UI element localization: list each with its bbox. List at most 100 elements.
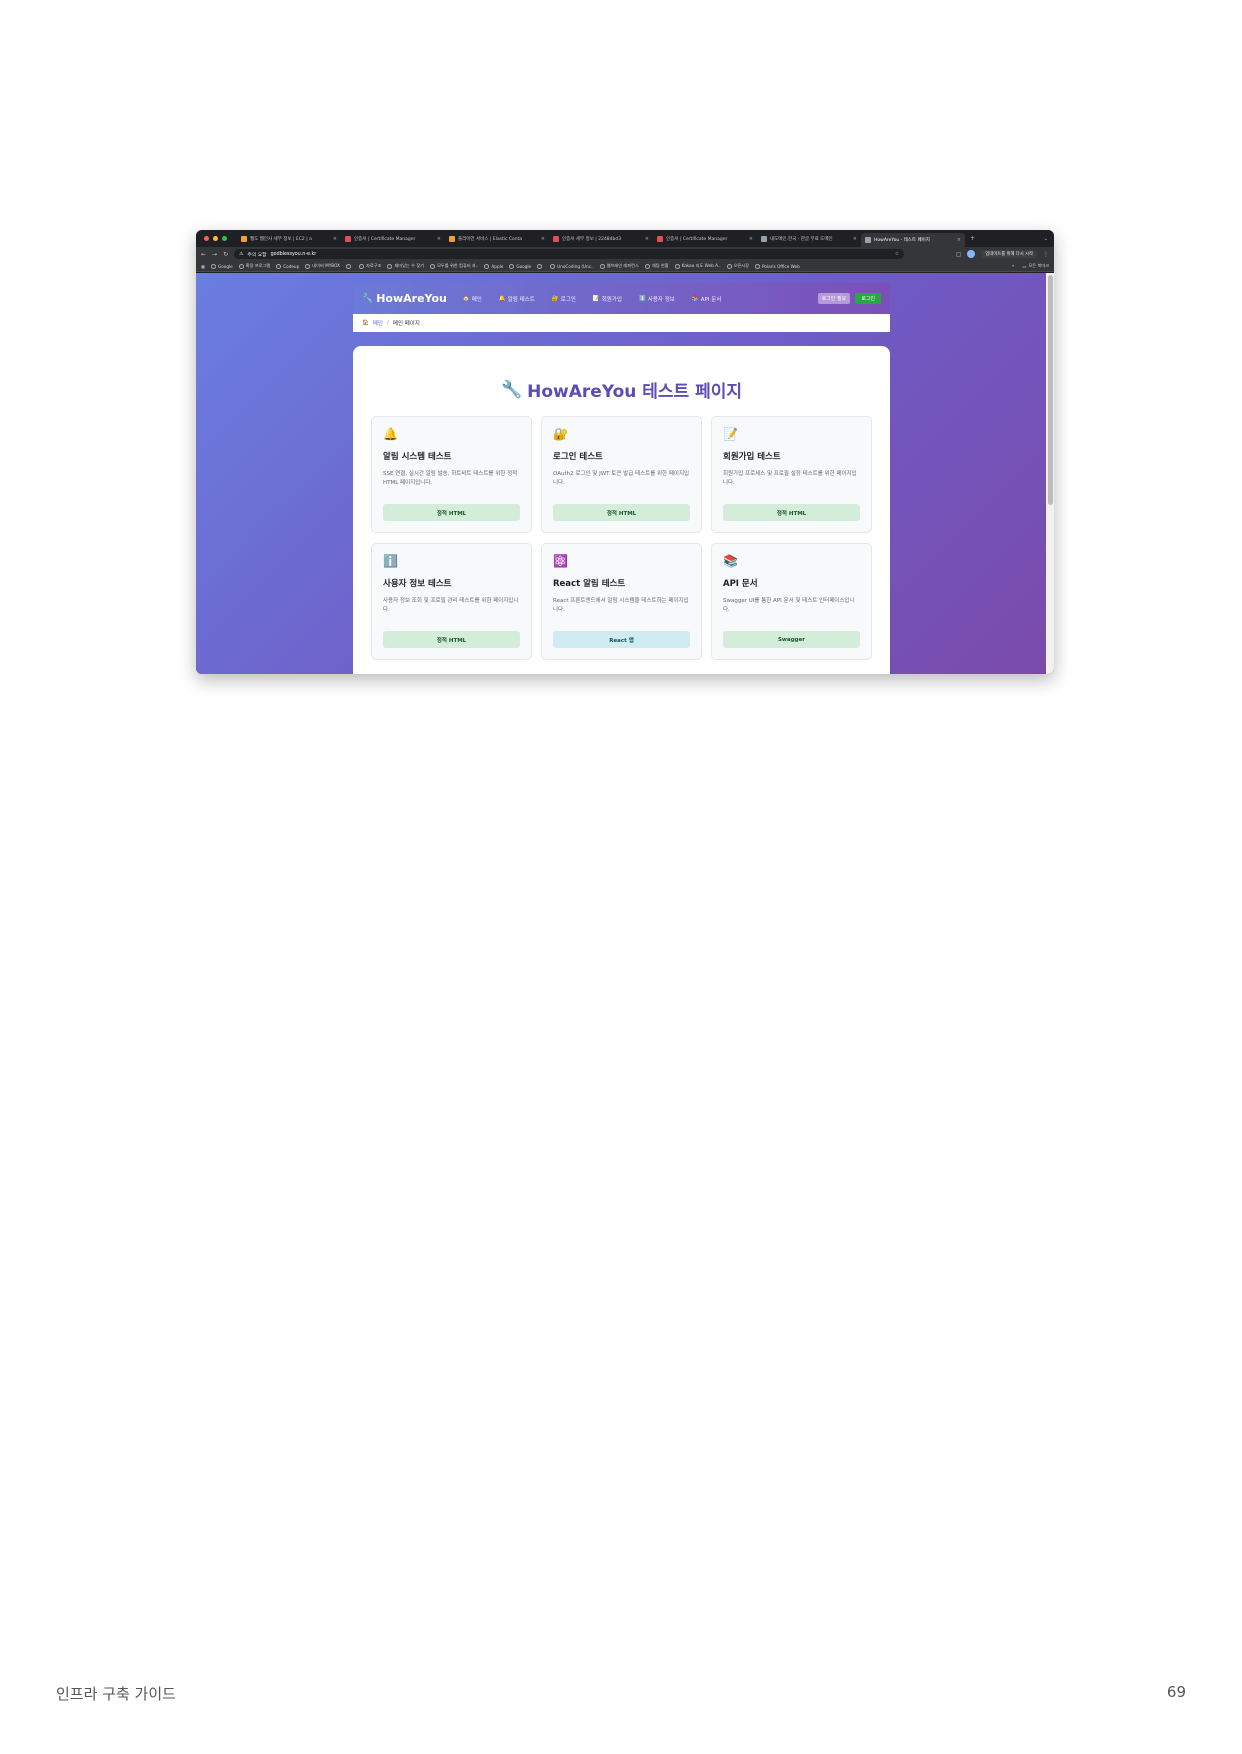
breadcrumb-separator: / — [386, 320, 389, 326]
breadcrumb-home-link[interactable]: 메인 — [373, 319, 383, 327]
nav-item[interactable]: 📚 API 문서 — [692, 295, 721, 303]
browser-tab[interactable]: 플리이언 서비스 | Elastic Conta × — [445, 233, 549, 245]
bookmark-item[interactable]: 채팅 현황 — [644, 263, 669, 269]
tab-title: 인증서 세부 정보 | 22484bd3 — [562, 236, 622, 242]
card-description: OAuth2 로그인 및 JWT 토큰 발급 테스트를 위한 페이지입니다. — [553, 471, 690, 486]
tab-close-icon[interactable]: × — [853, 236, 857, 242]
globe-icon — [550, 263, 556, 269]
bookmarks-bar: ▦ Google 확장 프로그램 Codeup 네이버 MYBOX 자료구조 재미있는 수… — [196, 261, 1054, 272]
reload-icon[interactable]: ↻ — [223, 251, 228, 258]
browser-tab[interactable]: 웹도 웹인사 세부 정보 | EC2 | a × — [237, 233, 341, 245]
browser-tab[interactable]: 인증서 | Certificate Manager × — [653, 233, 757, 245]
all-bookmarks-folder[interactable]: ▭ 모든 북마크 — [1022, 263, 1049, 269]
bookmark-item[interactable]: Google — [210, 263, 233, 269]
tab-close-icon[interactable]: × — [645, 236, 649, 242]
scrollbar[interactable] — [1046, 273, 1054, 674]
tab-title: 플리이언 서비스 | Elastic Conta — [458, 236, 523, 242]
nav-item[interactable]: 📝 회원가입 — [593, 295, 622, 303]
globe-icon — [509, 263, 515, 269]
bookmark-star-icon[interactable]: ☆ — [895, 252, 899, 257]
nav-label: 로그인 — [560, 296, 576, 303]
bookmark-item[interactable]: 웹브레인 레퍼런스 — [599, 263, 639, 269]
globe-icon — [387, 263, 393, 269]
forward-icon[interactable]: → — [212, 251, 217, 258]
globe-icon — [305, 263, 311, 269]
card-title: 사용자 정보 테스트 — [383, 579, 452, 589]
nav-item[interactable]: 🔔 알림 테스트 — [499, 295, 535, 303]
bookmark-item[interactable]: 모두를 위한 컴퓨터 과.. — [430, 263, 478, 269]
back-icon[interactable]: ← — [201, 251, 206, 258]
tab-search-icon[interactable]: ⌄ — [1044, 236, 1048, 242]
nav-label: API 문서 — [700, 296, 722, 303]
site-brand[interactable]: 🔧 HowAreYou — [362, 292, 447, 305]
minimize-window-button[interactable] — [213, 236, 218, 241]
tab-close-icon[interactable]: × — [437, 236, 441, 242]
close-window-button[interactable] — [204, 236, 209, 241]
bookmark-item[interactable]: 오픈시장 — [726, 263, 749, 269]
card-open-button[interactable]: React 앱 — [553, 631, 690, 648]
card-open-button[interactable]: 정적 HTML — [723, 504, 860, 521]
nav-icon: 📚 — [691, 295, 699, 302]
globe-icon — [238, 263, 244, 269]
scrollbar-thumb[interactable] — [1048, 275, 1053, 505]
bookmark-item[interactable]: 자료구조 — [359, 263, 381, 269]
nav-item[interactable]: 🏠 메인 — [463, 295, 482, 303]
tab-close-icon[interactable]: × — [333, 236, 337, 242]
new-tab-icon[interactable]: + — [970, 235, 975, 242]
browser-tab[interactable]: 인증서 세부 정보 | 22484bd3 × — [549, 233, 653, 245]
bookmark-item[interactable]: Polaris Office Web — [755, 263, 800, 269]
tab-title: 인증서 | Certificate Manager — [354, 236, 416, 242]
tab-favicon-icon — [449, 235, 455, 242]
card-open-button[interactable]: Swagger — [723, 631, 860, 648]
browser-tab[interactable]: 인증서 | Certificate Manager × — [341, 233, 445, 245]
bookmark-label: UnoCoding (Unc.. — [557, 263, 594, 269]
nav-item[interactable]: 🔐 로그인 — [552, 295, 576, 303]
bookmark-item[interactable]: Codeup — [276, 263, 299, 269]
browser-tab[interactable]: HowAreYou - 테스트 페이지 × — [861, 233, 965, 247]
bookmark-label: Codeup — [283, 263, 300, 269]
globe-icon — [599, 263, 605, 269]
login-status-badge: 로그인 필요 — [817, 293, 851, 304]
login-button[interactable]: 로그인 — [855, 293, 881, 304]
globe-icon — [359, 263, 365, 269]
apps-icon[interactable]: ▦ — [201, 264, 205, 269]
profile-avatar[interactable] — [967, 250, 976, 258]
browser-tab[interactable]: 내도메인.한국 - 한글 무료 도메인 × — [757, 233, 861, 245]
bookmark-item[interactable]: UnoCoding (Unc.. — [550, 263, 594, 269]
bookmark-item[interactable]: Kakao 지도 Web A.. — [674, 263, 721, 269]
tab-favicon-icon — [241, 235, 247, 242]
nav-icon: 🔐 — [551, 295, 559, 302]
tab-close-icon[interactable]: × — [749, 236, 753, 242]
menu-icon[interactable]: ⋮ — [1043, 251, 1049, 258]
maximize-window-button[interactable] — [222, 236, 227, 241]
card-open-button[interactable]: 정적 HTML — [553, 504, 690, 521]
bookmark-label: 모두를 위한 컴퓨터 과.. — [437, 263, 479, 268]
tab-close-icon[interactable]: × — [541, 236, 545, 242]
tab-favicon-icon — [553, 235, 559, 242]
globe-icon — [430, 263, 436, 269]
tab-title: 인증서 | Certificate Manager — [666, 236, 728, 242]
tab-close-icon[interactable]: × — [957, 237, 961, 243]
globe-icon — [276, 263, 282, 269]
extensions-icon[interactable]: ▢ — [956, 251, 962, 258]
bookmark-item[interactable] — [537, 263, 544, 269]
wrench-icon: 🔧 — [362, 293, 374, 304]
globe-icon — [484, 263, 490, 269]
warning-icon: ⚠ — [239, 251, 244, 257]
test-card-grid: 🔔 알림 시스템 테스트 SSE 연결, 실시간 알림 발송, 하트비트 테스트를 … — [371, 416, 872, 660]
nav-item[interactable]: ℹ️ 사용자 정보 — [639, 295, 675, 303]
bookmark-item[interactable]: Apple — [484, 263, 503, 269]
card-open-button[interactable]: 정적 HTML — [383, 631, 520, 648]
address-bar[interactable]: ⚠ 주의 요함 godblessyou.n-e.kr ☆ — [234, 249, 905, 259]
tab-favicon-icon — [657, 235, 663, 242]
update-button[interactable]: 업데이트를 위해 다시 시작 — [981, 250, 1037, 258]
bookmark-item[interactable]: Google — [509, 263, 531, 269]
bookmarks-overflow[interactable]: » — [1012, 263, 1015, 269]
card-icon: ℹ️ — [383, 554, 398, 568]
bookmark-item[interactable]: 네이버 MYBOX — [305, 263, 340, 269]
page-title-text: HowAreYou 테스트 페이지 — [527, 382, 743, 402]
bookmark-item[interactable]: 확장 프로그램 — [238, 263, 270, 269]
bookmark-item[interactable] — [346, 263, 353, 269]
bookmark-item[interactable]: 재미있는 수 찾기 — [387, 263, 424, 269]
card-open-button[interactable]: 정적 HTML — [383, 504, 520, 521]
